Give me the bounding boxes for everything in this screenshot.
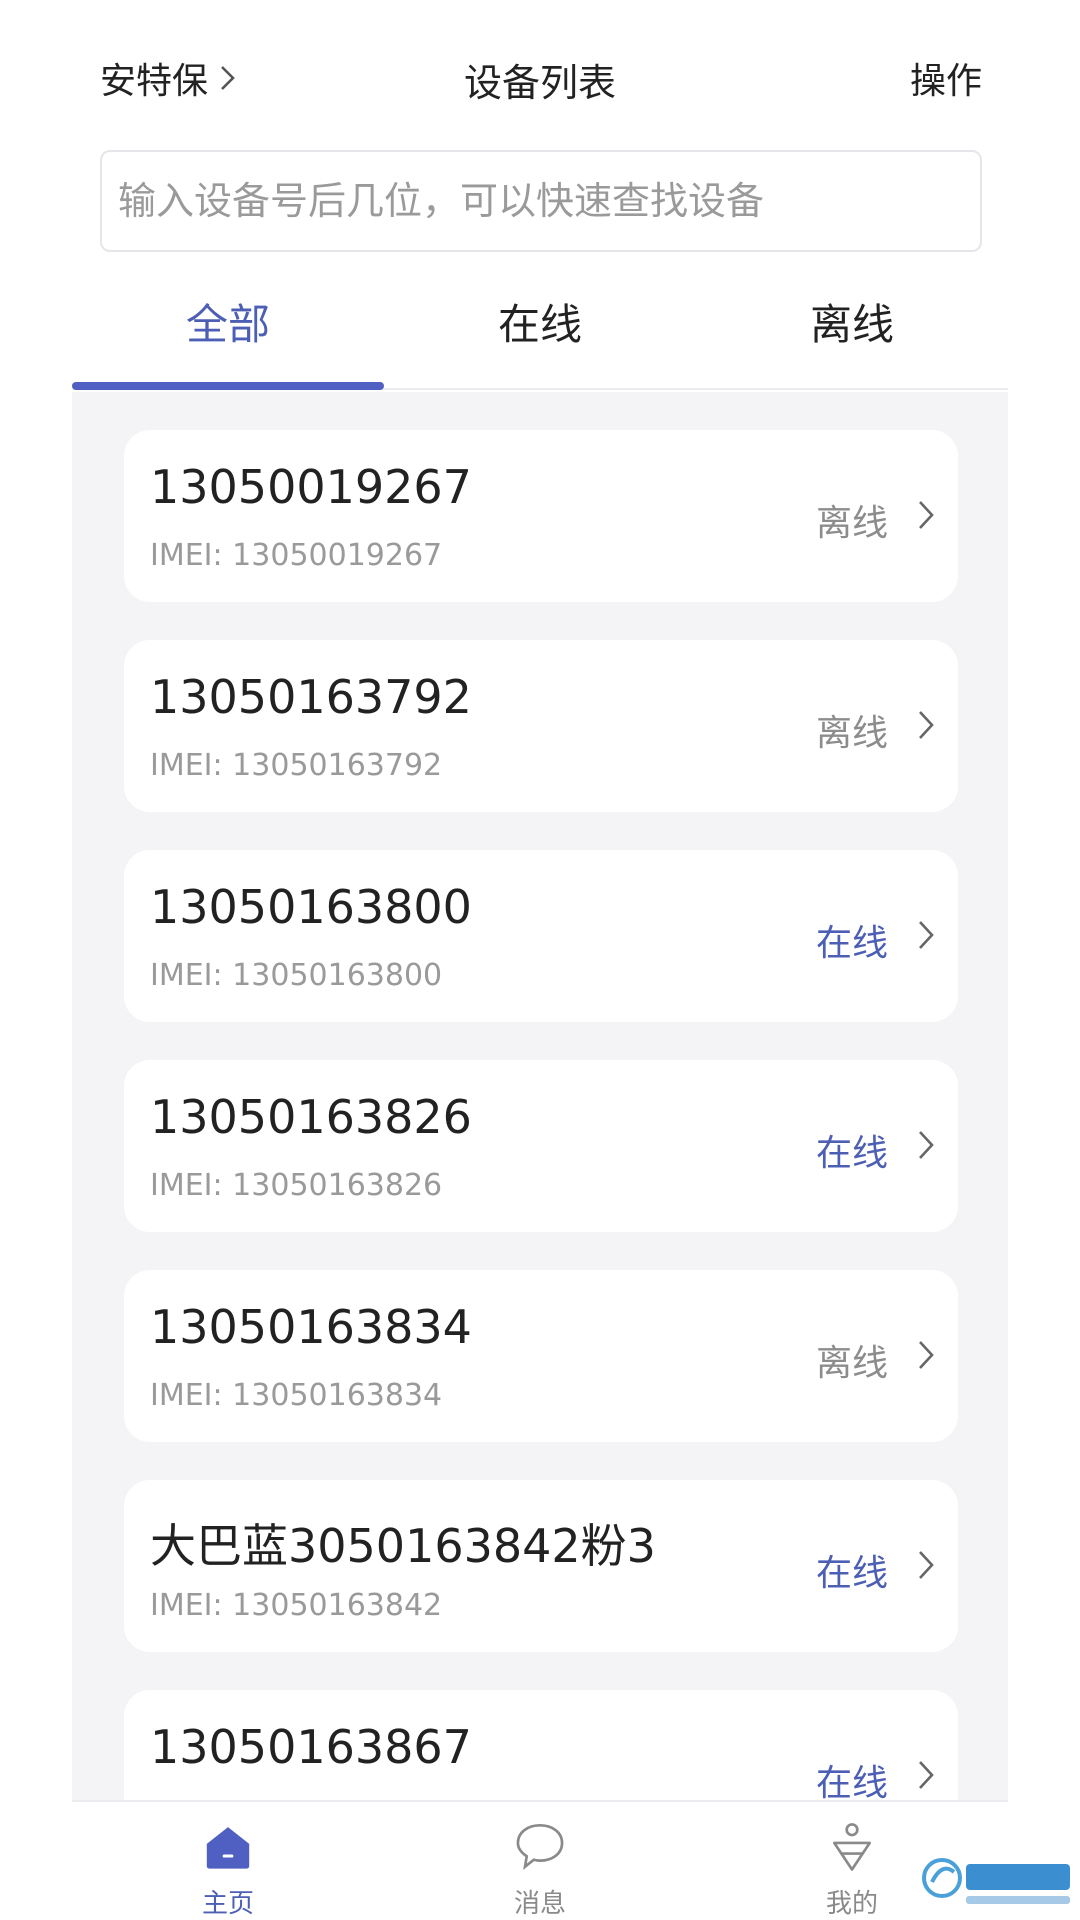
device-name: 13050163792 (150, 670, 472, 724)
search-input[interactable] (116, 178, 980, 224)
device-card[interactable]: 13050163867 在线 (124, 1690, 958, 1800)
device-list: 13050019267 IMEI: 13050019267 离线 1305016… (72, 392, 1008, 1800)
tab-label: 全部 (185, 299, 270, 349)
device-card[interactable]: 13050019267 IMEI: 13050019267 离线 (124, 430, 958, 602)
device-imei: IMEI: 13050163834 (150, 1378, 443, 1413)
nav-label: 我的 (825, 1889, 878, 1919)
chevron-right-icon (919, 1131, 934, 1159)
brand-label: 安特保 (100, 61, 209, 102)
device-card[interactable]: 大巴蓝3050163842粉3 IMEI: 13050163842 在线 (124, 1480, 958, 1652)
device-imei: IMEI: 13050163792 (150, 748, 443, 783)
device-card[interactable]: 13050163826 IMEI: 13050163826 在线 (124, 1060, 958, 1232)
device-imei: IMEI: 13050163842 (150, 1588, 443, 1623)
chevron-right-icon (919, 921, 934, 949)
search-box (100, 150, 982, 252)
chevron-right-icon (919, 1341, 934, 1369)
status-label: 离线 (815, 713, 888, 754)
device-card[interactable]: 13050163792 IMEI: 13050163792 离线 (124, 640, 958, 812)
chevron-right-icon (221, 66, 235, 90)
home-icon (206, 1827, 250, 1869)
status-label: 在线 (815, 1763, 888, 1800)
device-name: 大巴蓝3050163842粉3 (150, 1519, 656, 1573)
status-label: 离线 (815, 503, 888, 544)
bottom-nav: 主页 消息 我的 (72, 1800, 1008, 1920)
device-list-page: 安特保 设备列表 操作 全部 在线 离线 13050019267 IMEI: 1… (0, 0, 1080, 1920)
device-card[interactable]: 13050163834 IMEI: 13050163834 离线 (124, 1270, 958, 1442)
device-name: 13050163826 (150, 1090, 472, 1144)
tab-all[interactable]: 全部 (72, 270, 384, 390)
device-name: 13050019267 (150, 460, 472, 514)
site-watermark-logo (918, 1848, 1078, 1914)
device-imei: IMEI: 13050019267 (150, 538, 443, 573)
device-name: 13050163800 (150, 880, 472, 934)
device-imei: IMEI: 13050163826 (150, 1168, 443, 1203)
profile-icon (833, 1823, 871, 1871)
device-name: 13050163867 (150, 1720, 472, 1774)
brand-selector[interactable]: 安特保 (100, 52, 238, 104)
status-tabs: 全部 在线 离线 (72, 270, 1008, 390)
tab-offline[interactable]: 离线 (696, 270, 1008, 388)
message-icon (516, 1823, 564, 1871)
nav-label: 消息 (513, 1889, 566, 1919)
chevron-right-icon (919, 711, 934, 739)
device-imei: IMEI: 13050163800 (150, 958, 443, 993)
device-name: 13050163834 (150, 1300, 472, 1354)
tab-label: 在线 (497, 299, 582, 349)
status-label: 在线 (815, 1553, 888, 1594)
status-label: 在线 (815, 923, 888, 964)
nav-label: 主页 (201, 1889, 254, 1919)
top-header: 安特保 设备列表 操作 (0, 0, 1080, 150)
chevron-right-icon (919, 1761, 934, 1789)
nav-messages[interactable]: 消息 (384, 1802, 696, 1920)
device-card[interactable]: 13050163800 IMEI: 13050163800 在线 (124, 850, 958, 1022)
tab-label: 离线 (809, 299, 894, 349)
operations-button[interactable]: 操作 (910, 52, 982, 104)
tab-online[interactable]: 在线 (384, 270, 696, 388)
nav-home[interactable]: 主页 (72, 1802, 384, 1920)
chevron-right-icon (919, 1551, 934, 1579)
status-label: 离线 (815, 1343, 888, 1384)
chevron-right-icon (919, 501, 934, 529)
status-label: 在线 (815, 1133, 888, 1174)
